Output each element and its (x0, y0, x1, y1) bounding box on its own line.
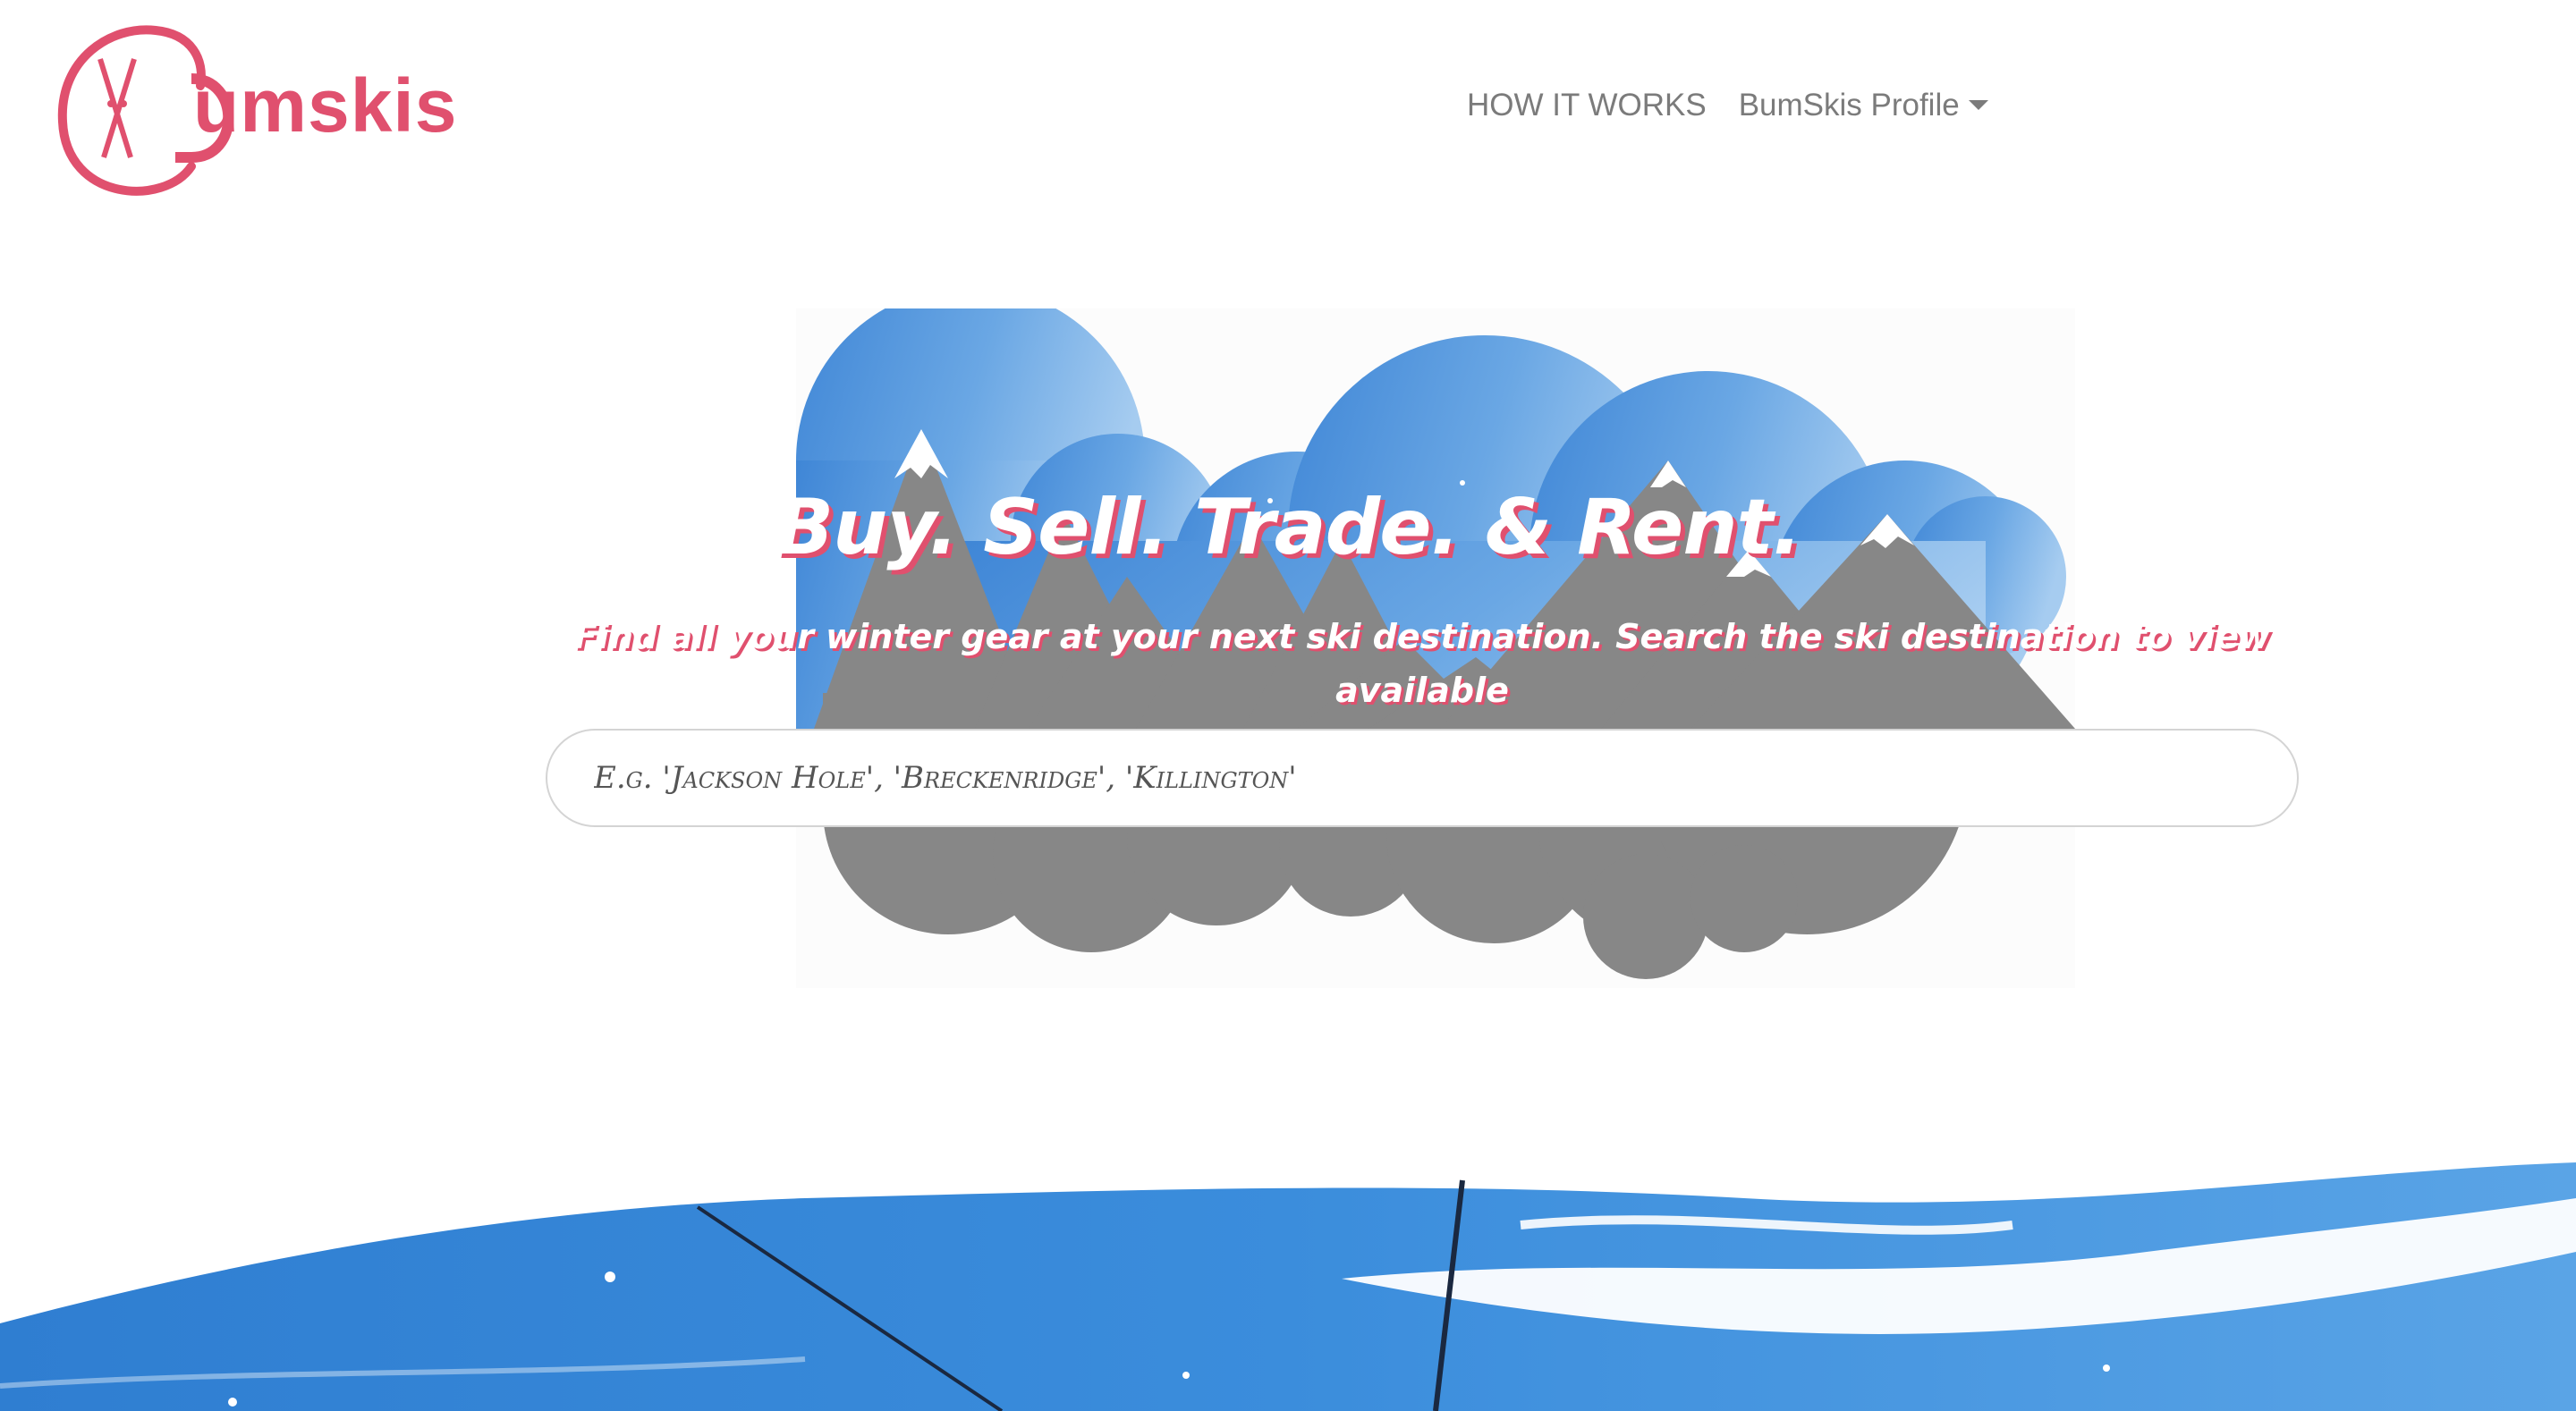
destination-search-input[interactable] (594, 731, 2297, 825)
ski-lift-banner-image (0, 1162, 2576, 1411)
brand-wordmark: umskis (193, 63, 458, 148)
nav-profile-dropdown[interactable]: BumSkis Profile (1739, 88, 1988, 123)
brand-logo[interactable]: umskis (57, 23, 469, 199)
hero-title: Buy. Sell. Trade. & Rent. (775, 483, 1802, 572)
destination-search (546, 729, 2299, 827)
nav-profile-label: BumSkis Profile (1738, 88, 1960, 123)
caret-down-icon (1968, 100, 1988, 110)
hero-subtitle-line-1: Find all your winter gear at your next s… (573, 617, 2271, 710)
top-nav: HOW IT WORKS BumSkis Profile (1467, 88, 1988, 123)
nav-how-it-works[interactable]: HOW IT WORKS (1467, 88, 1707, 123)
